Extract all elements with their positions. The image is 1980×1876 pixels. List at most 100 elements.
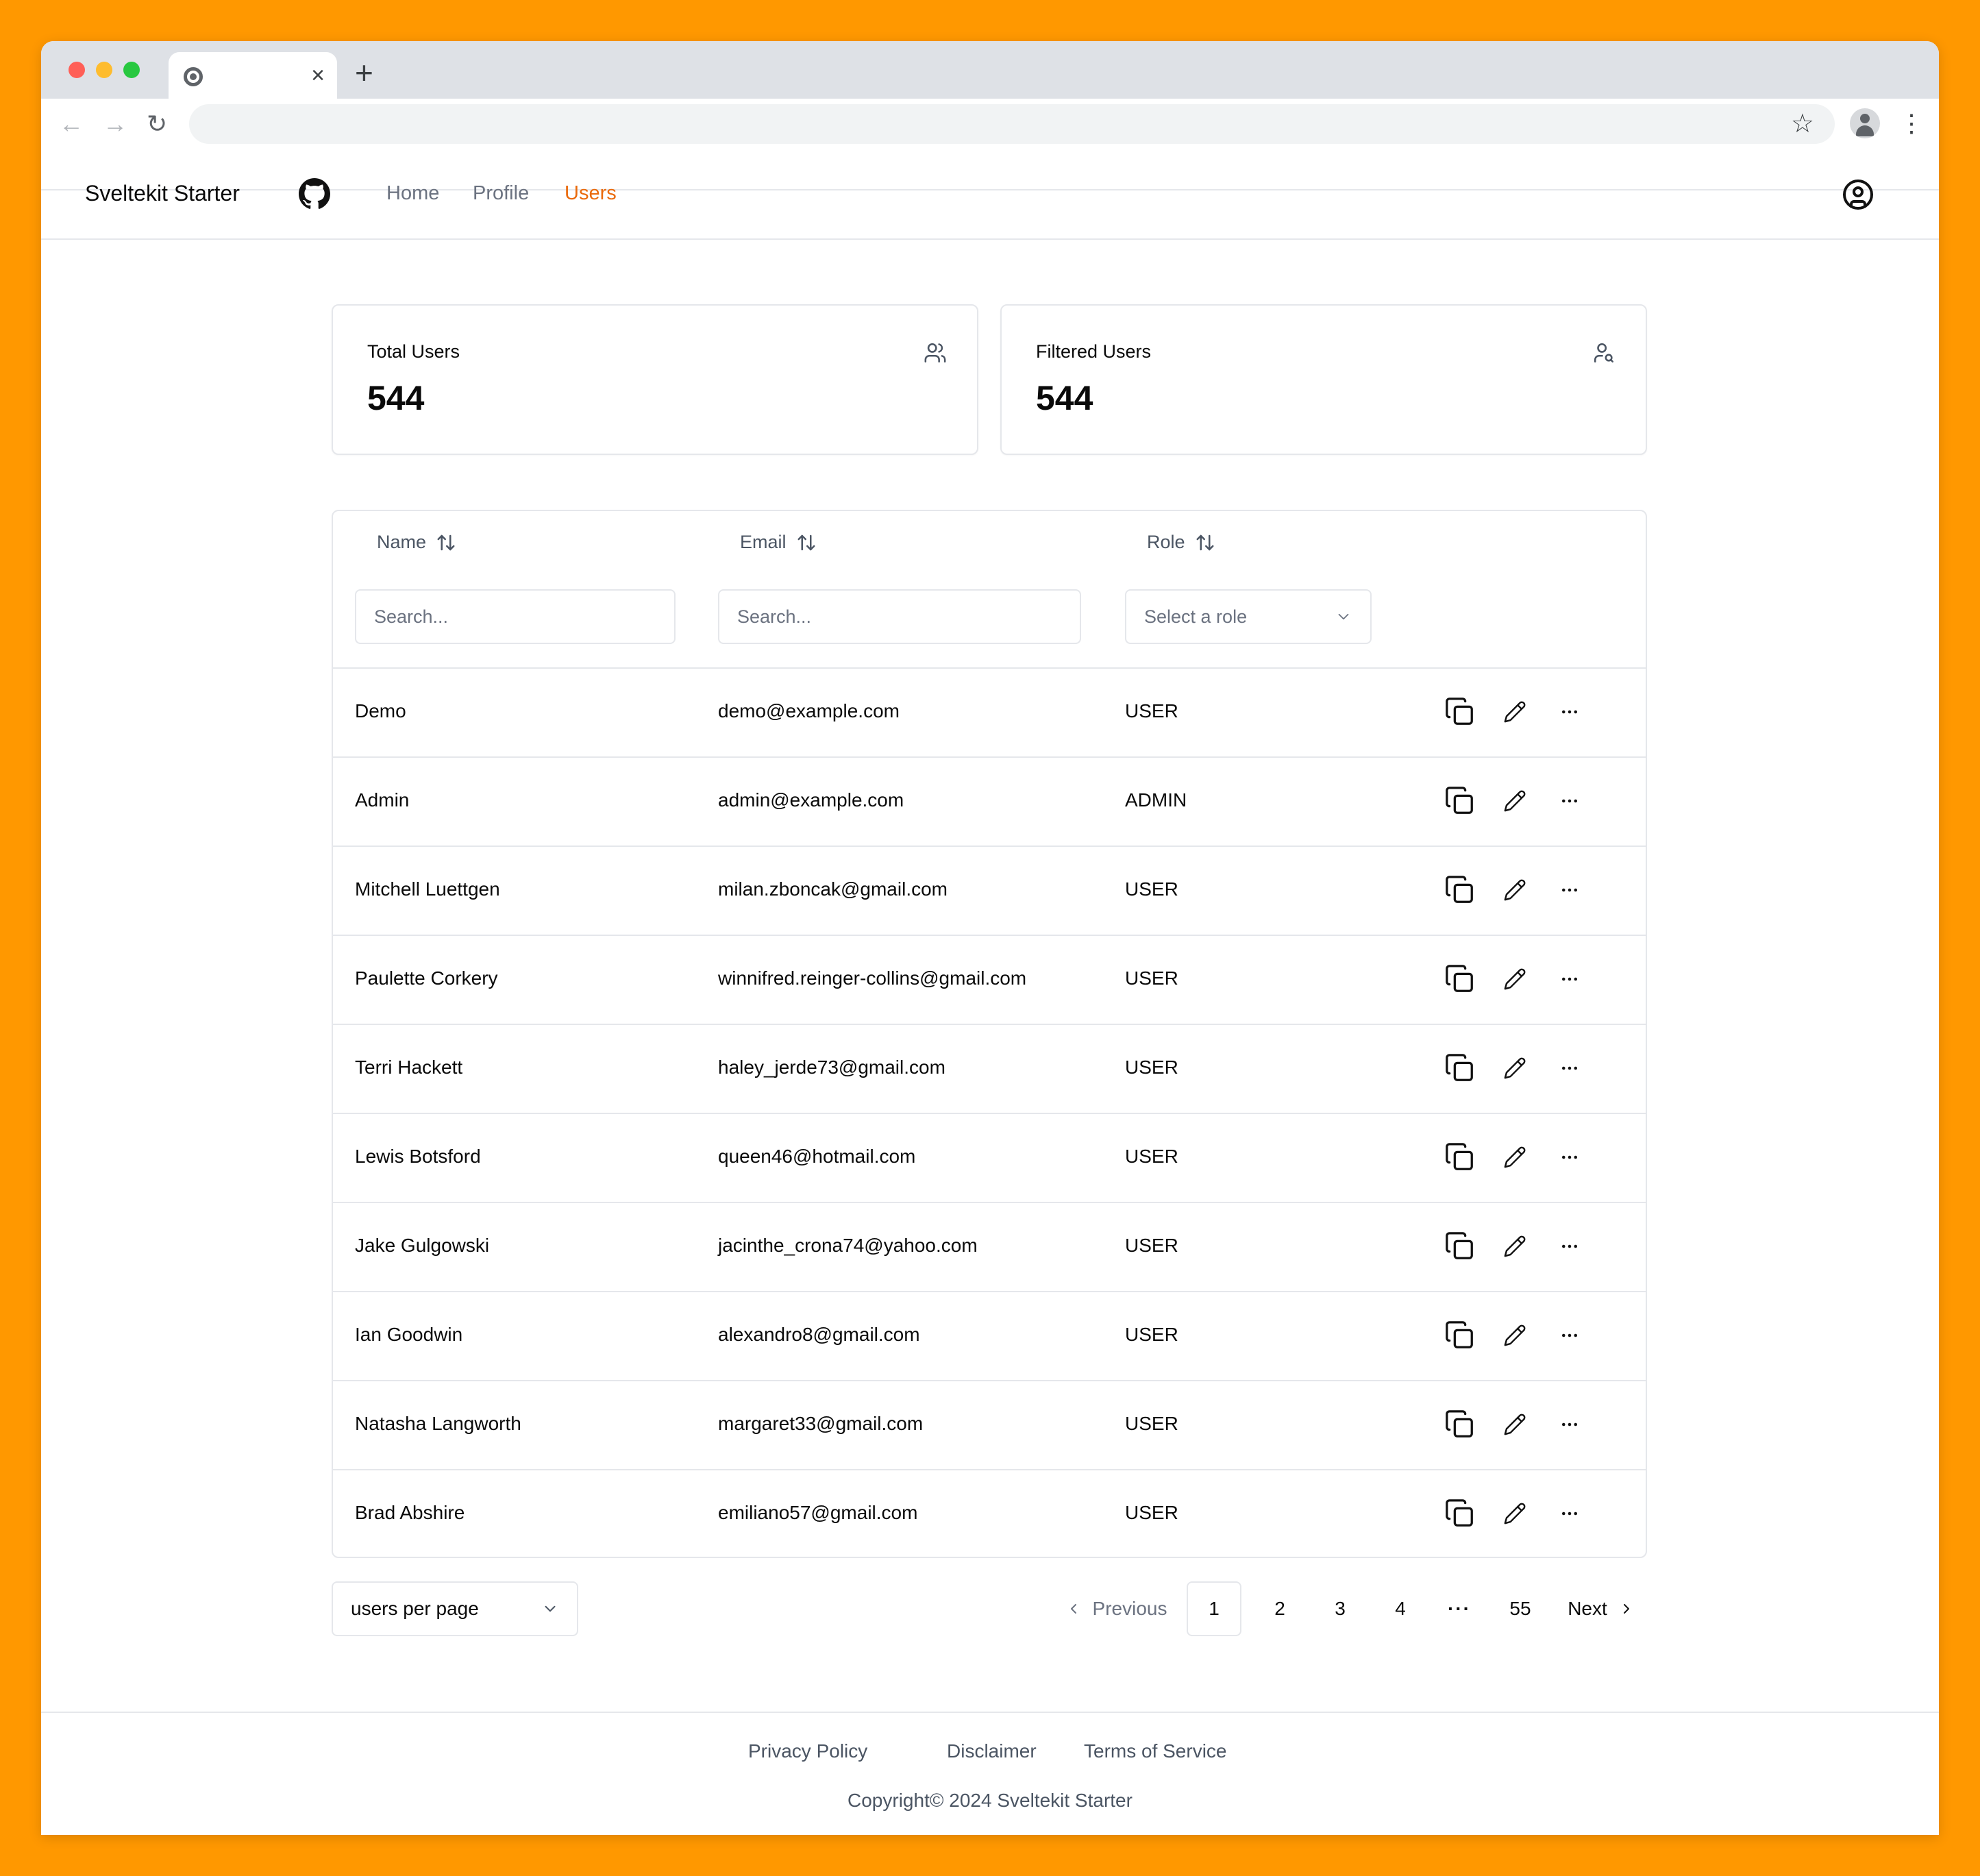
more-horizontal-icon[interactable] [1552,1407,1587,1442]
table-row[interactable]: Lewis Botsford queen46@hotmail.com USER [333,1113,1646,1202]
cell-name: Ian Goodwin [355,1324,463,1345]
more-horizontal-icon[interactable] [1552,1051,1587,1085]
email-search-input[interactable] [718,589,1081,644]
cell-email: haley_jerde73@gmail.com [718,1057,945,1078]
copy-icon[interactable] [1443,962,1477,996]
copy-icon[interactable] [1443,695,1477,729]
column-header-role[interactable]: Role [1147,532,1215,553]
minimize-window-button[interactable] [96,62,112,78]
sort-icon[interactable] [796,532,817,553]
per-page-select[interactable]: users per page [332,1581,578,1636]
pencil-icon[interactable] [1498,695,1532,729]
copyright-text: Copyright© 2024 Sveltekit Starter [847,1790,1133,1811]
page-button-3[interactable]: 3 [1313,1581,1368,1636]
tab-close-button[interactable]: × [311,62,325,89]
column-header-email[interactable]: Email [740,532,817,553]
sort-icon[interactable] [1195,532,1215,553]
new-tab-button[interactable]: + [355,57,373,88]
copy-icon[interactable] [1443,1051,1477,1085]
table-row[interactable]: Natasha Langworth margaret33@gmail.com USE… [333,1380,1646,1469]
nav-link-users[interactable]: Users [565,182,617,205]
more-horizontal-icon[interactable] [1552,695,1587,729]
column-header-label: Role [1147,532,1185,552]
browser-tab[interactable]: × [169,52,337,99]
pencil-icon[interactable] [1498,1140,1532,1174]
bookmark-star-icon[interactable]: ☆ [1791,108,1814,140]
chevron-right-icon [1623,1604,1629,1614]
per-page-label: users per page [351,1598,479,1619]
pencil-icon[interactable] [1498,1318,1532,1353]
sort-icon[interactable] [436,532,456,553]
copy-icon[interactable] [1443,1229,1477,1263]
footer-link-privacy[interactable]: Privacy Policy [748,1740,867,1762]
user-circle-icon[interactable] [1842,178,1874,211]
role-select[interactable]: Select a role [1125,589,1372,644]
more-horizontal-icon[interactable] [1552,784,1587,818]
cell-email: alexandro8@gmail.com [718,1324,920,1345]
column-header-name[interactable]: Name [377,532,456,553]
forward-button[interactable]: → [103,107,127,141]
cell-email: winnifred.reinger-collins@gmail.com [718,967,1027,989]
more-horizontal-icon[interactable] [1552,873,1587,907]
cell-name: Terri Hackett [355,1057,463,1078]
previous-page-button[interactable]: Previous [1058,1581,1174,1636]
cell-name: Jake Gulgowski [355,1235,490,1256]
pencil-icon[interactable] [1498,1496,1532,1531]
pencil-icon[interactable] [1498,784,1532,818]
github-icon[interactable] [299,178,330,210]
close-window-button[interactable] [69,62,85,78]
table-row[interactable]: Admin admin@example.com ADMIN [333,756,1646,846]
table-row[interactable]: Mitchell Luettgen milan.zboncak@gmail.com… [333,846,1646,935]
footer-link-terms[interactable]: Terms of Service [1084,1740,1227,1762]
copy-icon[interactable] [1443,1407,1477,1442]
next-page-button[interactable]: Next [1557,1581,1646,1636]
cell-role: ADMIN [1125,789,1187,811]
more-horizontal-icon[interactable] [1552,1229,1587,1263]
pencil-icon[interactable] [1498,962,1532,996]
brand-title[interactable]: Sveltekit Starter [85,181,240,206]
copy-icon[interactable] [1443,1140,1477,1174]
footer: Privacy Policy Disclaimer Terms of Servi… [41,1712,1939,1835]
page-button-2[interactable]: 2 [1252,1581,1307,1636]
cell-role: USER [1125,1413,1178,1434]
table-row[interactable]: Jake Gulgowski jacinthe_crona74@yahoo.com… [333,1202,1646,1291]
copy-icon[interactable] [1443,784,1477,818]
address-bar[interactable]: ☆ [189,104,1835,144]
app-navbar: Sveltekit Starter Home Profile Users [41,151,1939,240]
page-button-1[interactable]: 1 [1187,1581,1241,1636]
more-horizontal-icon[interactable] [1552,1318,1587,1353]
nav-link-profile[interactable]: Profile [473,182,529,205]
copy-icon[interactable] [1443,873,1477,907]
table-row[interactable]: Demo demo@example.com USER [333,667,1646,756]
browser-profile-icon[interactable] [1850,108,1880,138]
more-horizontal-icon[interactable] [1552,1140,1587,1174]
pencil-icon[interactable] [1498,1051,1532,1085]
name-search-input[interactable] [355,589,676,644]
copy-icon[interactable] [1443,1318,1477,1353]
copy-icon[interactable] [1443,1496,1477,1531]
reload-button[interactable]: ↻ [147,107,167,141]
maximize-window-button[interactable] [123,62,140,78]
users-icon [924,343,946,363]
back-button[interactable]: ← [59,107,84,141]
table-row[interactable]: Brad Abshire emiliano57@gmail.com USER [333,1469,1646,1557]
pencil-icon[interactable] [1498,873,1532,907]
card-value: 544 [367,379,425,417]
chevron-down-icon [1338,613,1349,620]
pencil-icon[interactable] [1498,1407,1532,1442]
nav-link-home[interactable]: Home [386,182,439,205]
more-horizontal-icon[interactable] [1552,1496,1587,1531]
page-button-55[interactable]: 55 [1489,1581,1551,1636]
table-row[interactable]: Paulette Corkery winnifred.reinger-collin… [333,935,1646,1024]
table-row[interactable]: Ian Goodwin alexandro8@gmail.com USER [333,1291,1646,1380]
cell-name: Mitchell Luettgen [355,878,500,900]
page-button-4[interactable]: 4 [1373,1581,1428,1636]
pencil-icon[interactable] [1498,1229,1532,1263]
footer-link-disclaimer[interactable]: Disclaimer [947,1740,1037,1762]
browser-menu-button[interactable]: ⋮ [1899,107,1924,140]
role-select-placeholder: Select a role [1144,606,1248,627]
cell-name: Brad Abshire [355,1502,465,1523]
more-horizontal-icon[interactable] [1552,962,1587,996]
table-row[interactable]: Terri Hackett haley_jerde73@gmail.com USER [333,1024,1646,1113]
cell-email: milan.zboncak@gmail.com [718,878,948,900]
